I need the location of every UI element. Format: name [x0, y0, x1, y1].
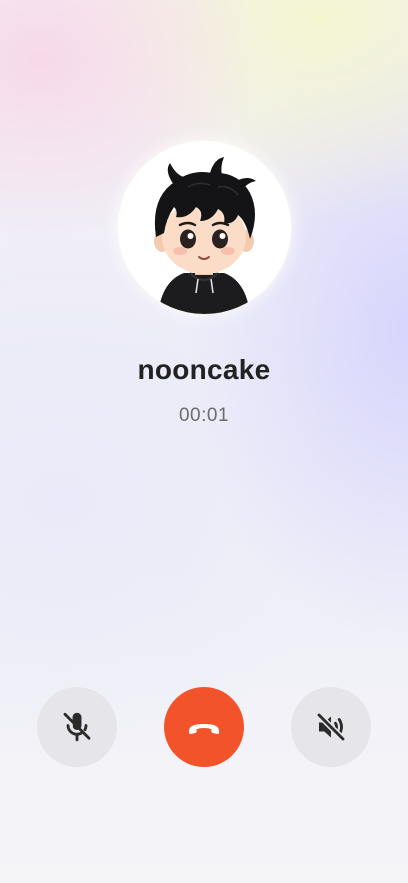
avatar-illustration [118, 141, 291, 314]
speaker-button[interactable] [291, 687, 371, 767]
avatar [118, 141, 291, 314]
caller-name: nooncake [137, 354, 271, 385]
mute-button[interactable] [37, 687, 117, 767]
phone-hangup-icon [189, 724, 219, 735]
speaker-off-icon [316, 712, 346, 742]
call-duration: 00:01 [178, 405, 230, 426]
call-screen: nooncake 00:01 [0, 0, 408, 883]
end-call-button[interactable] [164, 687, 244, 767]
microphone-off-icon [63, 712, 91, 742]
